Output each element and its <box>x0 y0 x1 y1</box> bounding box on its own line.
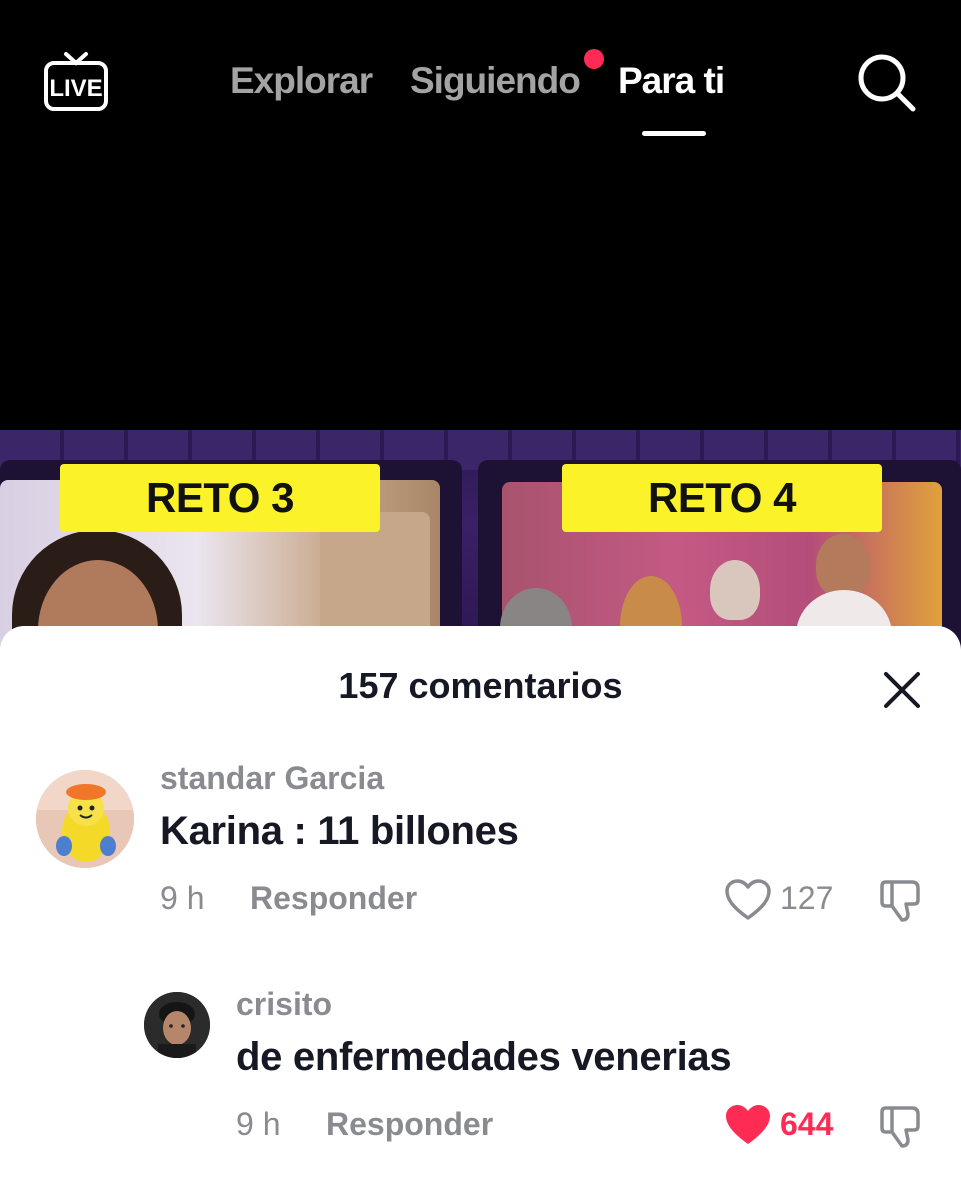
live-label: LIVE <box>49 75 102 102</box>
challenge-badge-4: RETO 4 <box>562 464 882 532</box>
avatar[interactable] <box>144 992 210 1058</box>
like-count: 644 <box>780 1106 834 1142</box>
notification-dot <box>584 49 604 69</box>
person-white-hair <box>710 560 760 620</box>
heart-outline-icon[interactable] <box>724 878 772 922</box>
comment-text: Karina : 11 billones <box>160 809 519 853</box>
heart-filled-icon[interactable] <box>724 1103 772 1147</box>
avatar[interactable] <box>36 770 134 868</box>
search-icon[interactable] <box>856 52 918 114</box>
top-navigation: LIVE Explorar Siguiendo Para ti <box>0 0 961 150</box>
comment-text: de enfermedades venerias <box>236 1035 732 1079</box>
thumbs-down-icon[interactable] <box>878 1102 926 1150</box>
challenge-badge-3: RETO 3 <box>60 464 380 532</box>
reply-button[interactable]: Responder <box>326 1106 493 1142</box>
tab-siguiendo[interactable]: Siguiendo <box>410 58 581 104</box>
like-count: 127 <box>780 880 834 916</box>
tab-explorar[interactable]: Explorar <box>230 58 373 104</box>
person-smiling <box>816 534 870 596</box>
thumbs-down-icon[interactable] <box>878 876 926 924</box>
comment-username[interactable]: standar Garcia <box>160 760 384 796</box>
comment-username[interactable]: crisito <box>236 986 332 1022</box>
reply-button[interactable]: Responder <box>250 880 417 916</box>
live-tv-icon[interactable]: LIVE <box>44 50 108 112</box>
avatar-image <box>36 770 134 868</box>
comments-count-title: 157 comentarios <box>338 665 623 706</box>
avatar-image <box>144 992 210 1058</box>
comment-time: 9 h <box>236 1106 281 1142</box>
close-icon[interactable] <box>880 668 924 712</box>
active-tab-indicator <box>642 131 706 136</box>
tab-para-ti[interactable]: Para ti <box>618 58 725 104</box>
comments-sheet: 157 comentarios standar Garcia Karina : … <box>0 626 961 1200</box>
comment-time: 9 h <box>160 880 205 916</box>
